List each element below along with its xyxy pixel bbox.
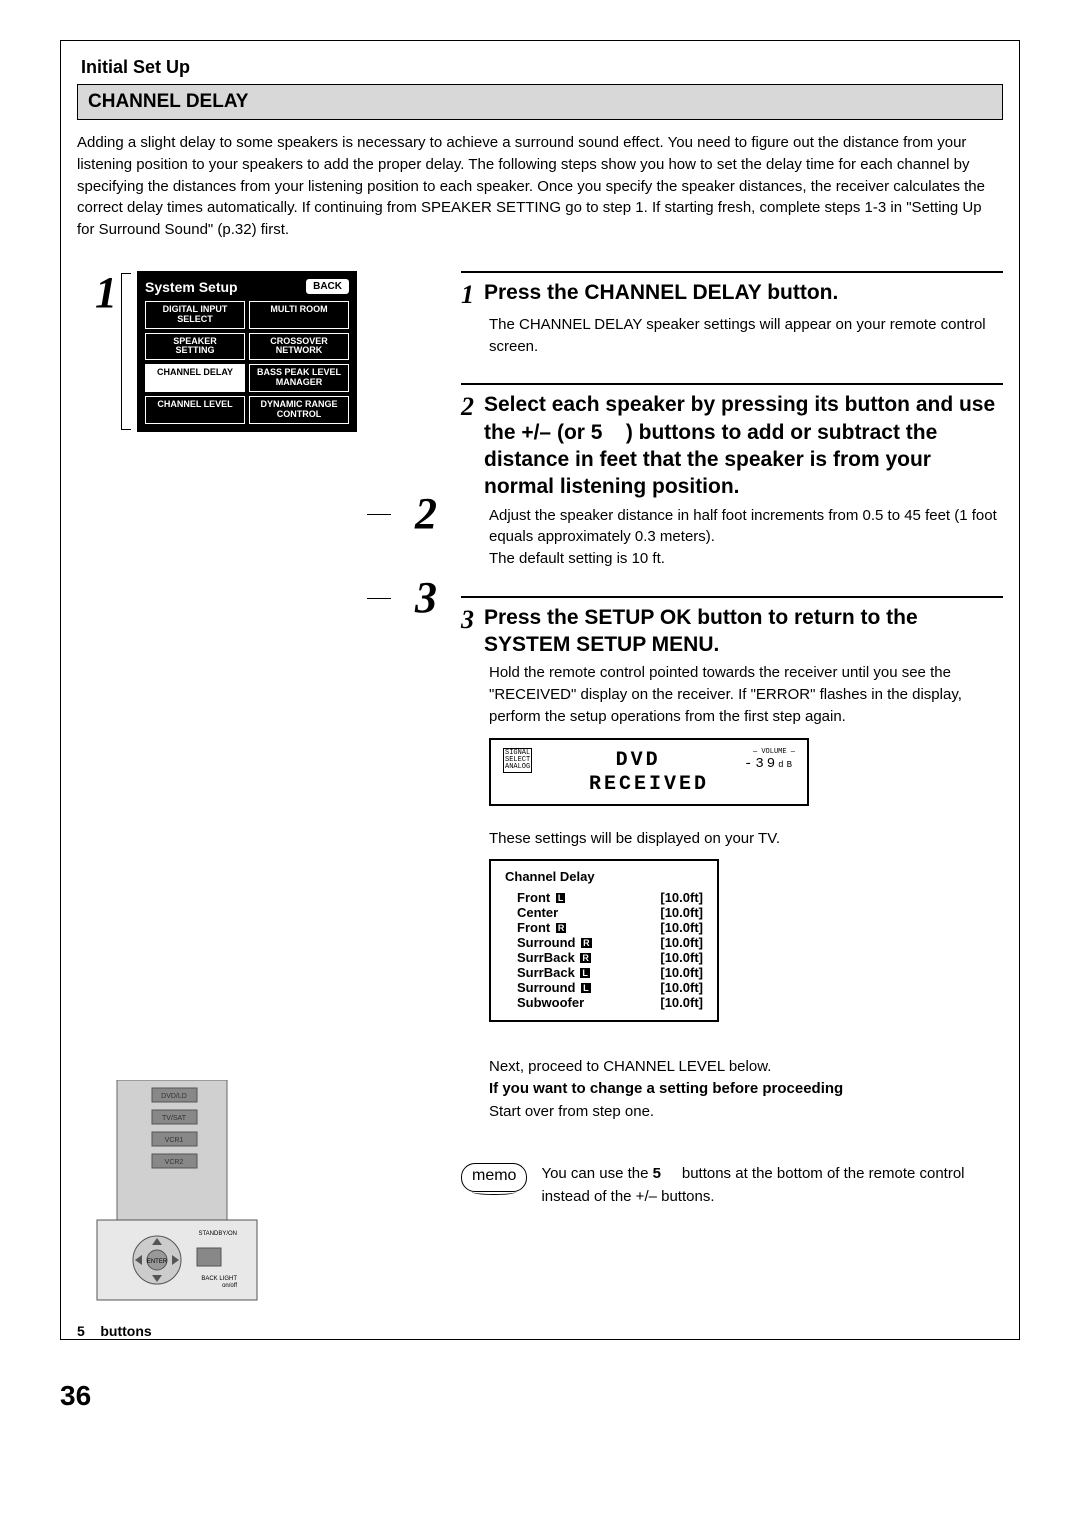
step-body: The CHANNEL DELAY speaker settings will …	[489, 314, 1003, 358]
table-row: Subwoofer[10.0ft]	[505, 995, 703, 1010]
channel-delay-box: Channel Delay Front L[10.0ft]Center[10.0…	[489, 859, 719, 1022]
right-column: 1 Press the CHANNEL DELAY button. The CH…	[461, 271, 1003, 1339]
header-box: Initial Set Up CHANNEL DELAY Adding a sl…	[60, 40, 1020, 1340]
svg-text:TV/SAT: TV/SAT	[162, 1115, 187, 1122]
table-row: SurrBack L[10.0ft]	[505, 965, 703, 980]
callout-2: 2	[397, 492, 437, 536]
panel-title: System Setup	[145, 279, 238, 295]
connector-line	[367, 598, 391, 620]
menu-button[interactable]: CHANNEL LEVEL	[145, 396, 245, 424]
receiver-display: SIGNAL SELECT ANALOG DVD — VOLUME — -39d…	[489, 738, 809, 806]
chdelay-title: Channel Delay	[505, 869, 703, 884]
callout-3: 3	[397, 576, 437, 620]
svg-text:VCR2: VCR2	[165, 1159, 184, 1166]
remote-label: DVD/LD	[161, 1093, 187, 1100]
remote-caption: 5 buttons	[77, 1323, 437, 1339]
table-row: SurrBack R[10.0ft]	[505, 950, 703, 965]
intro-paragraph: Adding a slight delay to some speakers i…	[77, 132, 1003, 241]
step-number: 2	[461, 391, 474, 422]
next-instructions: Next, proceed to CHANNEL LEVEL below. If…	[489, 1056, 1003, 1124]
breadcrumb: Initial Set Up	[77, 53, 1003, 84]
callout-1: 1	[77, 271, 117, 315]
menu-button[interactable]: DIGITAL INPUT SELECT	[145, 301, 245, 329]
bracket-icon	[121, 273, 131, 430]
tv-note: These settings will be displayed on your…	[489, 830, 1003, 847]
menu-button[interactable]: BASS PEAK LEVEL MANAGER	[249, 364, 349, 392]
step-number: 3	[461, 604, 474, 635]
step-body: Adjust the speaker distance in half foot…	[489, 505, 1003, 570]
page-number: 36	[60, 1380, 1020, 1412]
display-volume: — VOLUME — -39dB	[744, 748, 795, 772]
left-column: 1 System Setup BACK DIGITAL INPUT SELECT…	[77, 271, 437, 1339]
memo-icon: memo	[461, 1163, 527, 1192]
svg-text:ENTER: ENTER	[147, 1259, 168, 1265]
remote-illustration: DVD/LD TV/SAT VCR1 VCR2 ENTER	[77, 1080, 437, 1339]
step-body: Hold the remote control pointed towards …	[489, 662, 1003, 727]
menu-button[interactable]: SPEAKER SETTING	[145, 333, 245, 361]
table-row: Front R[10.0ft]	[505, 920, 703, 935]
display-line2: RECEIVED	[503, 773, 795, 796]
step-3: 3 Press the SETUP OK button to return to…	[461, 596, 1003, 1208]
memo-row: memo You can use the 5 buttons at the bo…	[461, 1163, 1003, 1208]
table-row: Center[10.0ft]	[505, 905, 703, 920]
menu-button[interactable]: CROSSOVER NETWORK	[249, 333, 349, 361]
table-row: Surround L[10.0ft]	[505, 980, 703, 995]
step-title: Select each speaker by pressing its butt…	[484, 391, 1003, 500]
svg-text:on/off: on/off	[222, 1283, 237, 1289]
step-1: 1 Press the CHANNEL DELAY button. The CH…	[461, 271, 1003, 358]
svg-text:VCR1: VCR1	[165, 1137, 184, 1144]
step-2: 2 Select each speaker by pressing its bu…	[461, 383, 1003, 569]
display-main: DVD	[616, 749, 661, 772]
svg-text:STANDBY/ON: STANDBY/ON	[198, 1231, 237, 1237]
step-number: 1	[461, 279, 474, 310]
system-setup-panel: System Setup BACK DIGITAL INPUT SELECTMU…	[137, 271, 357, 432]
remote-svg: DVD/LD TV/SAT VCR1 VCR2 ENTER	[77, 1080, 277, 1310]
memo-text: You can use the 5 buttons at the bottom …	[541, 1163, 1003, 1208]
menu-button[interactable]: MULTI ROOM	[249, 301, 349, 329]
table-row: Surround R[10.0ft]	[505, 935, 703, 950]
step-title: Press the CHANNEL DELAY button.	[484, 279, 838, 306]
signal-indicator: SIGNAL SELECT ANALOG	[503, 748, 532, 773]
table-row: Front L[10.0ft]	[505, 890, 703, 905]
section-title: CHANNEL DELAY	[77, 85, 1003, 120]
back-button[interactable]: BACK	[306, 279, 349, 294]
step-title: Press the SETUP OK button to return to t…	[484, 604, 1003, 659]
connector-line	[367, 514, 391, 536]
svg-text:BACK LIGHT: BACK LIGHT	[201, 1276, 237, 1282]
menu-button[interactable]: DYNAMIC RANGE CONTROL	[249, 396, 349, 424]
menu-button[interactable]: CHANNEL DELAY	[145, 364, 245, 392]
